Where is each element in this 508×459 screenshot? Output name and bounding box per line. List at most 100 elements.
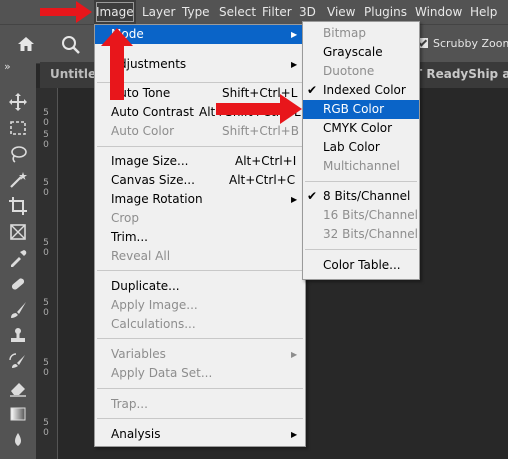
menu-help[interactable]: Help [470, 0, 497, 24]
menu-item-image-size[interactable]: Image Size... Alt+Ctrl+I [95, 152, 305, 171]
menu-type[interactable]: Type [182, 0, 210, 24]
move-tool-icon[interactable] [8, 92, 28, 112]
menu-item-label: RGB Color [323, 102, 385, 116]
menu-item-analysis[interactable]: Analysis ▶ [95, 425, 305, 444]
shortcut-label: Shift+Ctrl+B [222, 124, 299, 138]
ruler-label: 0 [43, 308, 49, 318]
menu-item-label: Auto Color [111, 124, 175, 138]
checkmark-icon: ✔ [307, 83, 318, 97]
ruler-label: 0 [43, 368, 49, 378]
lasso-tool-icon[interactable] [8, 144, 28, 164]
menu-separator [97, 146, 303, 147]
arrow-right-icon [216, 94, 302, 124]
clone-stamp-icon[interactable] [8, 326, 28, 346]
tools-panel: » [0, 61, 36, 459]
menu-item-indexed-color[interactable]: ✔ Indexed Color [303, 81, 419, 100]
menu-item-label: Image Rotation [111, 192, 203, 206]
menu-filter[interactable]: Filter [262, 0, 292, 24]
scrubby-zoom-checkbox[interactable]: Scrubby Zoom [418, 35, 508, 53]
menu-item-label: 32 Bits/Channel [323, 227, 418, 241]
menu-item-bitmap: Bitmap [303, 24, 419, 43]
menu-separator [305, 249, 417, 250]
menu-item-apply-data-set: Apply Data Set... [95, 364, 305, 383]
history-brush-icon[interactable] [8, 352, 28, 372]
ruler-label: 5 [43, 238, 49, 248]
menu-item-label: Apply Image... [111, 298, 198, 312]
ruler-label: 5 [43, 418, 49, 428]
document-tab-readyship[interactable]: T ReadyShip arro [414, 62, 508, 88]
submenu-arrow-icon: ▶ [291, 30, 298, 39]
gradient-tool-icon[interactable] [8, 404, 28, 424]
menu-window[interactable]: Window [415, 0, 462, 24]
menu-item-reveal-all: Reveal All [95, 247, 305, 266]
menu-layer[interactable]: Layer [142, 0, 175, 24]
healing-brush-icon[interactable] [8, 274, 28, 294]
ruler-label: 0 [43, 188, 49, 198]
marquee-tool-icon[interactable] [8, 118, 28, 138]
submenu-arrow-icon: ▶ [291, 430, 298, 439]
menu-item-label: Reveal All [111, 249, 171, 263]
menu-separator [97, 270, 303, 271]
crop-tool-icon[interactable] [8, 196, 28, 216]
menu-separator [97, 388, 303, 389]
menu-item-label: 16 Bits/Channel [323, 208, 418, 222]
eyedropper-icon[interactable] [8, 248, 28, 268]
frame-tool-icon[interactable] [8, 222, 28, 242]
menu-image[interactable]: Image [94, 0, 136, 24]
menu-item-label: 8 Bits/Channel [323, 189, 411, 203]
menu-item-trim[interactable]: Trim... [95, 228, 305, 247]
vertical-ruler: 5 0 5 0 5 0 5 0 5 0 5 0 5 0 [36, 88, 58, 459]
ruler-label: 5 [43, 358, 49, 368]
menu-separator [305, 181, 417, 182]
menu-item-label: Grayscale [323, 45, 383, 59]
menu-item-label: Multichannel [323, 159, 400, 173]
menu-item-duotone: Duotone [303, 62, 419, 81]
menu-item-label: Indexed Color [323, 83, 406, 97]
menu-item-calculations: Calculations... [95, 315, 305, 334]
scrubby-zoom-label: Scrubby Zoom [433, 37, 508, 50]
home-icon[interactable] [17, 35, 35, 53]
menu-item-label: Duotone [323, 64, 375, 78]
menu-item-trap: Trap... [95, 395, 305, 414]
menu-item-lab-color[interactable]: Lab Color [303, 138, 419, 157]
ruler-label: 5 [43, 108, 49, 118]
menu-item-image-rotation[interactable]: Image Rotation ▶ [95, 190, 305, 209]
menu-item-label: Image Size... [111, 154, 189, 168]
menu-item-label: Crop [111, 211, 140, 225]
menu-item-grayscale[interactable]: Grayscale [303, 43, 419, 62]
paint-bucket-icon[interactable] [8, 430, 28, 450]
menu-item-apply-image: Apply Image... [95, 296, 305, 315]
arrow-right-icon [40, 1, 92, 23]
menu-separator [97, 338, 303, 339]
menu-item-label: Calculations... [111, 317, 196, 331]
brush-tool-icon[interactable] [8, 300, 28, 320]
menu-item-label: Variables [111, 347, 166, 361]
ruler-label: 5 [43, 178, 49, 188]
menu-item-16-bits: 16 Bits/Channel [303, 206, 419, 225]
menu-item-cmyk-color[interactable]: CMYK Color [303, 119, 419, 138]
ruler-label: 5 [43, 130, 49, 140]
menu-item-label: Duplicate... [111, 279, 180, 293]
menu-item-32-bits: 32 Bits/Channel [303, 225, 419, 244]
ruler-label: 0 [43, 428, 49, 438]
menu-item-8-bits[interactable]: ✔ 8 Bits/Channel [303, 187, 419, 206]
eraser-tool-icon[interactable] [8, 378, 28, 398]
ruler-label: 0 [43, 248, 49, 258]
menu-item-label: Trim... [111, 230, 148, 244]
menu-item-duplicate[interactable]: Duplicate... [95, 277, 305, 296]
menu-item-label: Color Table... [323, 258, 401, 272]
menu-item-color-table[interactable]: Color Table... [303, 256, 419, 275]
menu-item-label: Canvas Size... [111, 173, 195, 187]
menu-item-label: Auto Contrast [111, 105, 194, 119]
menu-item-rgb-color[interactable]: RGB Color [303, 100, 419, 119]
zoom-tool-icon[interactable] [60, 34, 82, 56]
shortcut-label: Alt+Ctrl+I [235, 154, 297, 168]
menu-item-label: Lab Color [323, 140, 380, 154]
magic-wand-icon[interactable] [8, 170, 28, 190]
collapse-panel-icon[interactable]: » [4, 61, 32, 72]
arrow-up-icon [101, 28, 133, 100]
mode-submenu: Bitmap Grayscale Duotone ✔ Indexed Color… [302, 21, 420, 280]
menu-select[interactable]: Select [219, 0, 256, 24]
menu-item-canvas-size[interactable]: Canvas Size... Alt+Ctrl+C [95, 171, 305, 190]
menu-item-label: Trap... [111, 397, 148, 411]
